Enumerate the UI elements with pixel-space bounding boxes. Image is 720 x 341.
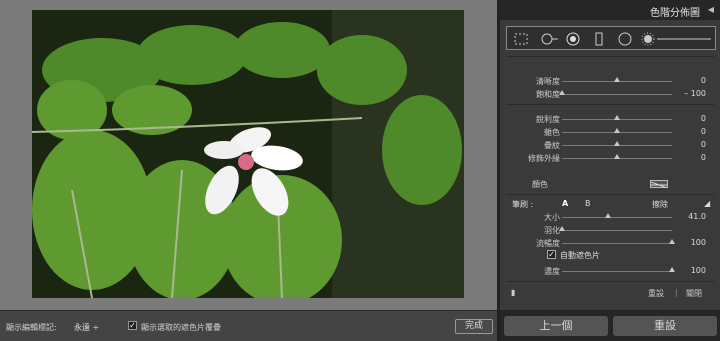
slider-row: 飽和度 – 100: [500, 88, 720, 100]
slider-row: 大小 41.0: [500, 211, 720, 223]
slider-row: 雜色 0: [500, 126, 720, 138]
mask-toggle-icon[interactable]: ▮: [511, 288, 515, 297]
brush-label: 筆刷 :: [512, 200, 534, 209]
show-pins-select[interactable]: 永遠 ÷: [74, 322, 99, 333]
brush-b-tab[interactable]: B: [585, 199, 591, 208]
slider-label: 修飾外緣: [528, 154, 560, 163]
adjustment-brush-icon[interactable]: [641, 32, 713, 46]
crop-overlay-icon[interactable]: [513, 32, 529, 46]
overlay-checkbox[interactable]: ✓: [128, 321, 137, 330]
slider-value[interactable]: 0: [701, 114, 706, 123]
adjustment-panel: 色階分佈圖 ◀ 清晰度 0 飽和度 – 100 銳利度 0 雜色 0 疊紋 0 修飾外緣 0 顏色: [497, 0, 720, 341]
slider-row: 清晰度 0: [500, 75, 720, 87]
slider-value[interactable]: 100: [691, 238, 706, 247]
panel-title: 色階分佈圖: [650, 8, 700, 19]
nav-bar: 上一個 重設: [500, 310, 720, 341]
divider: [506, 281, 714, 282]
photo-image: [32, 10, 464, 298]
slider-value[interactable]: 0: [701, 127, 706, 136]
slider-label: 雜色: [544, 128, 560, 137]
slider-knob[interactable]: [669, 239, 675, 244]
done-button[interactable]: 完成: [455, 319, 493, 334]
brush-a-tab[interactable]: A: [562, 199, 568, 208]
slider-track[interactable]: [562, 230, 672, 231]
color-swatch[interactable]: [650, 180, 668, 189]
slider-value[interactable]: 0: [701, 140, 706, 149]
slider-row: 銳利度 0: [500, 113, 720, 125]
show-pins-label: 顯示編輯標記:: [6, 323, 57, 332]
previous-button[interactable]: 上一個: [504, 316, 608, 336]
brush-header: 筆刷 : A B 擦除 ◢: [500, 197, 720, 211]
photo-preview[interactable]: [32, 10, 464, 298]
slider-knob[interactable]: [614, 128, 620, 133]
reset-all-button[interactable]: 重設: [613, 316, 717, 336]
slider-row: 羽化: [500, 224, 720, 236]
spot-removal-icon[interactable]: [539, 32, 559, 46]
slider-knob[interactable]: [614, 141, 620, 146]
density-row: 濃度 100: [500, 265, 720, 277]
panel-header: 色階分佈圖 ◀: [500, 0, 720, 20]
slider-label: 銳利度: [536, 115, 560, 124]
divider: [506, 104, 714, 105]
slider-knob[interactable]: [605, 213, 612, 218]
slider-row: 流暢度 100: [500, 237, 720, 249]
slider-knob[interactable]: [614, 115, 620, 120]
slider-label: 大小: [544, 213, 560, 222]
slider-track[interactable]: [562, 94, 672, 95]
slider-value[interactable]: – 100: [684, 89, 706, 98]
density-knob[interactable]: [669, 267, 675, 272]
density-label: 濃度: [544, 267, 560, 276]
slider-label: 流暢度: [536, 239, 560, 248]
slider-value[interactable]: 0: [701, 76, 706, 85]
slider-value[interactable]: 0: [701, 153, 706, 162]
panel-close-button[interactable]: 關閉: [686, 288, 702, 299]
graduated-filter-icon[interactable]: [593, 32, 605, 46]
red-eye-icon[interactable]: [565, 32, 581, 46]
collapse-triangle-icon[interactable]: ◀: [708, 5, 714, 14]
overlay-label: 顯示選取的遮色片覆疊: [141, 323, 221, 332]
color-label: 顏色: [532, 180, 548, 189]
panel-footer: ▮ 重設 | 關閉: [511, 288, 702, 299]
slider-knob[interactable]: [559, 226, 565, 231]
slider-label: 羽化: [544, 226, 560, 235]
slider-value[interactable]: 41.0: [688, 212, 706, 221]
divider: [506, 56, 714, 57]
slider-label: 清晰度: [536, 77, 560, 86]
divider: [506, 194, 714, 195]
bottom-toolbar: 顯示編輯標記: 永遠 ÷ ✓ 顯示選取的遮色片覆疊 完成: [0, 310, 497, 341]
color-row: 顏色: [500, 178, 720, 190]
brush-expand-icon[interactable]: ◢: [704, 199, 710, 208]
panel-reset-button[interactable]: 重設: [648, 288, 664, 299]
slider-knob[interactable]: [559, 90, 565, 95]
density-value[interactable]: 100: [691, 266, 706, 275]
radial-filter-icon[interactable]: [617, 32, 633, 46]
auto-mask-label: 自動遮色片: [560, 251, 600, 260]
brush-erase-tab[interactable]: 擦除: [652, 199, 668, 210]
slider-label: 疊紋: [544, 141, 560, 150]
slider-knob[interactable]: [614, 77, 620, 82]
slider-track[interactable]: [562, 243, 672, 244]
slider-track[interactable]: [562, 217, 672, 218]
slider-knob[interactable]: [614, 154, 620, 159]
auto-mask-checkbox[interactable]: ✓: [547, 250, 556, 259]
slider-label: 飽和度: [536, 90, 560, 99]
image-canvas[interactable]: [0, 0, 497, 310]
tool-strip: [506, 26, 716, 50]
density-track[interactable]: [562, 271, 672, 272]
slider-row: 修飾外緣 0: [500, 152, 720, 164]
slider-row: 疊紋 0: [500, 139, 720, 151]
